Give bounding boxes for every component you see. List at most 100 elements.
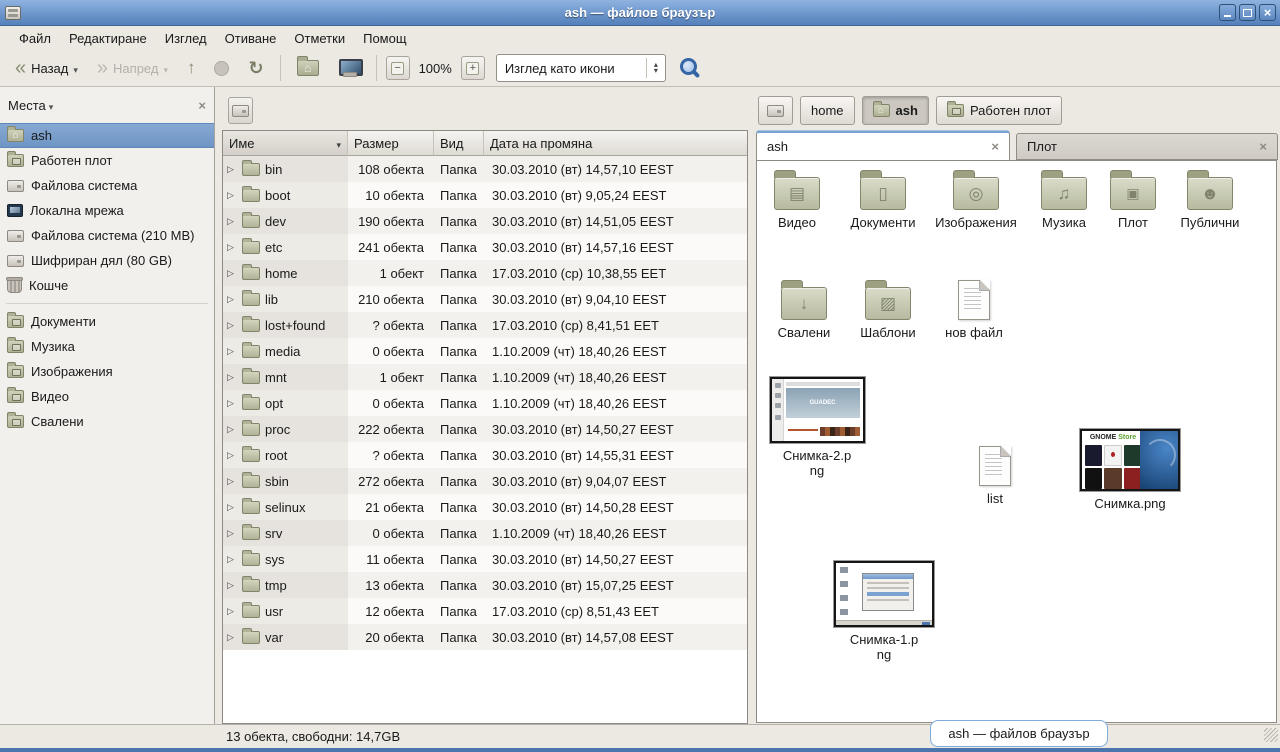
table-row[interactable]: bin 108 обекта Папка 30.03.2010 (вт) 14,… <box>223 156 747 182</box>
file-item-snimka2[interactable]: GUADEC Снимка-2.png <box>767 377 867 478</box>
column-header-size[interactable]: Размер <box>348 131 434 156</box>
expander-icon[interactable] <box>227 294 237 305</box>
menu-go[interactable]: Отиване <box>216 28 286 49</box>
expander-icon[interactable] <box>227 398 237 409</box>
sidebar-dropdown-icon[interactable] <box>49 98 54 113</box>
menu-bookmarks[interactable]: Отметки <box>285 28 354 49</box>
sidebar-item-ash[interactable]: ash <box>0 123 214 148</box>
computer-button[interactable] <box>331 53 367 83</box>
expander-icon[interactable] <box>227 606 237 617</box>
file-item-pictures[interactable]: Изображения <box>935 169 1017 230</box>
table-row[interactable]: opt 0 обекта Папка 1.10.2009 (чт) 18,40,… <box>223 390 747 416</box>
expander-icon[interactable] <box>227 580 237 591</box>
file-item-public[interactable]: Публични <box>1167 169 1253 230</box>
sidebar-item-filesystem-210mb[interactable]: Файлова система (210 MB) <box>0 223 214 248</box>
expander-icon[interactable] <box>227 346 237 357</box>
sidebar-item-documents[interactable]: Документи <box>0 309 214 334</box>
table-row[interactable]: dev 190 обекта Папка 30.03.2010 (вт) 14,… <box>223 208 747 234</box>
expander-icon[interactable] <box>227 476 237 487</box>
file-item-music[interactable]: Музика <box>1029 169 1099 230</box>
expander-icon[interactable] <box>227 632 237 643</box>
file-item-snimka[interactable]: GNOMEStore Снимка.png <box>1075 429 1185 511</box>
tab-close-icon[interactable] <box>991 139 999 154</box>
table-row[interactable]: etc 241 обекта Папка 30.03.2010 (вт) 14,… <box>223 234 747 260</box>
sidebar-item-encrypted-80gb[interactable]: Шифриран дял (80 GB) <box>0 248 214 273</box>
sidebar-title[interactable]: Места <box>8 98 46 113</box>
close-button[interactable] <box>1259 4 1276 21</box>
expander-icon[interactable] <box>227 450 237 461</box>
tab-ash[interactable]: ash <box>756 131 1010 160</box>
table-row[interactable]: media 0 обекта Папка 1.10.2009 (чт) 18,4… <box>223 338 747 364</box>
menu-view[interactable]: Изглед <box>156 28 216 49</box>
forward-button[interactable]: Напред <box>90 53 175 83</box>
table-row[interactable]: lost+found ? обекта Папка 17.03.2010 (ср… <box>223 312 747 338</box>
pathbar-home-button[interactable]: home <box>800 96 855 125</box>
sidebar-item-network[interactable]: Локална мрежа <box>0 198 214 223</box>
resize-grip[interactable] <box>1264 728 1278 742</box>
sidebar-item-downloads[interactable]: Свалени <box>0 409 214 434</box>
expander-icon[interactable] <box>227 268 237 279</box>
file-item-desktop[interactable]: Плот <box>1105 169 1161 230</box>
expander-icon[interactable] <box>227 554 237 565</box>
file-item-snimka1[interactable]: Снимка-1.png <box>831 561 937 662</box>
expander-icon[interactable] <box>227 190 237 201</box>
sidebar-item-music[interactable]: Музика <box>0 334 214 359</box>
file-item-templates[interactable]: Шаблони <box>849 279 927 340</box>
table-row[interactable]: sys 11 обекта Папка 30.03.2010 (вт) 14,5… <box>223 546 747 572</box>
table-row[interactable]: tmp 13 обекта Папка 30.03.2010 (вт) 15,0… <box>223 572 747 598</box>
back-button[interactable]: Назад <box>8 53 85 83</box>
file-item-new-file[interactable]: нов файл <box>937 277 1011 340</box>
table-row[interactable]: sbin 272 обекта Папка 30.03.2010 (вт) 9,… <box>223 468 747 494</box>
view-mode-stepper-icon[interactable]: ▴▾ <box>647 62 665 74</box>
tab-plot[interactable]: Плот <box>1016 133 1278 160</box>
zoom-in-button[interactable]: + <box>461 56 485 80</box>
sidebar-item-pictures[interactable]: Изображения <box>0 359 214 384</box>
file-item-documents[interactable]: Документи <box>837 169 929 230</box>
minimize-button[interactable] <box>1219 4 1236 21</box>
expander-icon[interactable] <box>227 216 237 227</box>
sidebar-item-desktop[interactable]: Работен плот <box>0 148 214 173</box>
table-row[interactable]: mnt 1 обект Папка 1.10.2009 (чт) 18,40,2… <box>223 364 747 390</box>
table-row[interactable]: usr 12 обекта Папка 17.03.2010 (ср) 8,51… <box>223 598 747 624</box>
sidebar-item-trash[interactable]: Кошче <box>0 273 214 298</box>
titlebar[interactable]: ash — файлов браузър <box>0 0 1280 26</box>
column-header-type[interactable]: Вид <box>434 131 484 156</box>
expander-icon[interactable] <box>227 372 237 383</box>
tree-root-button[interactable] <box>228 97 253 124</box>
expander-icon[interactable] <box>227 502 237 513</box>
expander-icon[interactable] <box>227 164 237 175</box>
table-row[interactable]: selinux 21 обекта Папка 30.03.2010 (вт) … <box>223 494 747 520</box>
file-item-downloads[interactable]: Свалени <box>771 279 837 340</box>
file-item-list[interactable]: list <box>967 443 1023 506</box>
table-row[interactable]: home 1 обект Папка 17.03.2010 (ср) 10,38… <box>223 260 747 286</box>
pathbar-ash-button[interactable]: ash <box>862 96 929 125</box>
table-row[interactable]: boot 10 обекта Папка 30.03.2010 (вт) 9,0… <box>223 182 747 208</box>
sidebar-item-filesystem[interactable]: Файлова система <box>0 173 214 198</box>
file-item-video[interactable]: Видео <box>765 169 829 230</box>
expander-icon[interactable] <box>227 424 237 435</box>
sidebar-item-video[interactable]: Видео <box>0 384 214 409</box>
table-row[interactable]: proc 222 обекта Папка 30.03.2010 (вт) 14… <box>223 416 747 442</box>
reload-button[interactable] <box>241 53 270 83</box>
back-dropdown-icon[interactable] <box>73 61 78 76</box>
tab-close-icon[interactable] <box>1259 139 1267 154</box>
menu-file[interactable]: Файл <box>10 28 60 49</box>
search-icon[interactable] <box>679 57 701 79</box>
view-mode-select[interactable]: Изглед като икони ▴▾ <box>496 54 666 82</box>
pathbar-root-button[interactable] <box>758 96 793 125</box>
zoom-out-button[interactable]: − <box>386 56 410 80</box>
expander-icon[interactable] <box>227 528 237 539</box>
maximize-button[interactable] <box>1239 4 1256 21</box>
table-row[interactable]: lib 210 обекта Папка 30.03.2010 (вт) 9,0… <box>223 286 747 312</box>
expander-icon[interactable] <box>227 242 237 253</box>
up-button[interactable] <box>180 53 203 83</box>
menu-edit[interactable]: Редактиране <box>60 28 156 49</box>
sidebar-close-icon[interactable] <box>198 98 206 113</box>
expander-icon[interactable] <box>227 320 237 331</box>
column-header-date[interactable]: Дата на промяна <box>484 131 747 156</box>
menu-help[interactable]: Помощ <box>354 28 415 49</box>
table-row[interactable]: root ? обекта Папка 30.03.2010 (вт) 14,5… <box>223 442 747 468</box>
home-button[interactable] <box>290 53 326 83</box>
table-row[interactable]: srv 0 обекта Папка 1.10.2009 (чт) 18,40,… <box>223 520 747 546</box>
table-row[interactable]: var 20 обекта Папка 30.03.2010 (вт) 14,5… <box>223 624 747 650</box>
